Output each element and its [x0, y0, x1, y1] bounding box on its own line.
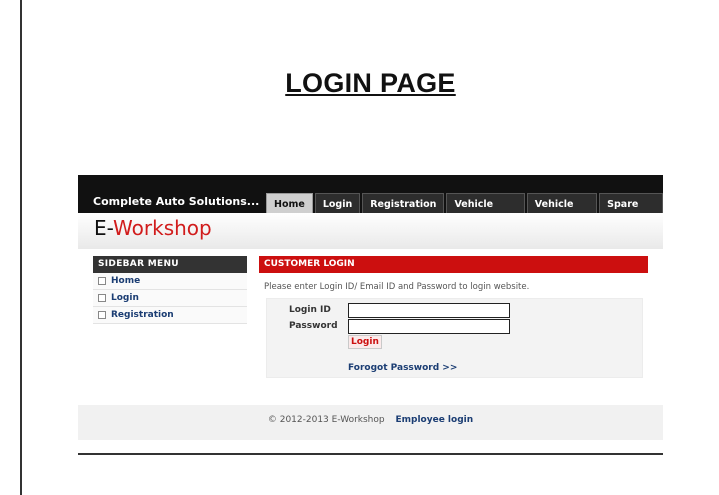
nav-tab-vehicle-service[interactable]: Vehicle Service — [446, 193, 525, 225]
forgot-password-link[interactable]: Forogot Password >> — [348, 363, 457, 373]
password-input[interactable] — [348, 319, 510, 334]
sidebar-item-login[interactable]: Login — [93, 290, 247, 307]
login-button[interactable]: Login — [348, 335, 382, 349]
nav-tab-spare-parts[interactable]: Spare Parts — [599, 193, 664, 225]
sidebar-item-registration[interactable]: Registration — [93, 307, 247, 324]
logo-prefix: E- — [94, 216, 114, 240]
login-form: Login ID Password Login Forogot Password… — [266, 298, 643, 378]
sidebar-heading: SIDEBAR MENU — [93, 256, 247, 273]
copyright-text: © 2012-2013 E-Workshop — [267, 415, 385, 425]
site-footer: © 2012-2013 E-Workshop Employee login — [78, 405, 663, 440]
footer-text: © 2012-2013 E-Workshop Employee login — [78, 405, 663, 425]
nav-tab-registration[interactable]: Registration — [362, 193, 445, 214]
top-bar: Complete Auto Solutions... Home Login Re… — [78, 175, 664, 225]
sidebar-item-label: Login — [111, 293, 139, 303]
logo-name: Workshop — [113, 216, 212, 240]
sidebar: SIDEBAR MENU Home Login Registration — [93, 256, 247, 324]
sidebar-item-home[interactable]: Home — [93, 273, 247, 290]
login-id-label: Login ID — [289, 305, 331, 315]
employee-login-link[interactable]: Employee login — [395, 415, 473, 425]
main-nav: Home Login Registration Vehicle Service … — [266, 193, 664, 225]
site-tagline: Complete Auto Solutions... — [93, 195, 260, 208]
document-title: LOGIN PAGE — [285, 68, 456, 98]
sidebar-item-label: Registration — [111, 310, 174, 320]
bullet-box-icon — [98, 311, 106, 319]
bottom-rule — [78, 453, 663, 455]
sidebar-item-label: Home — [111, 276, 141, 286]
nav-tab-vehicle-store[interactable]: Vehicle Store — [526, 193, 598, 225]
login-id-input[interactable] — [348, 303, 510, 318]
login-panel: CUSTOMER LOGIN Please enter Login ID/ Em… — [259, 256, 648, 378]
bullet-box-icon — [98, 277, 106, 285]
website-screenshot: Complete Auto Solutions... Home Login Re… — [78, 175, 664, 440]
nav-tab-login[interactable]: Login — [314, 193, 361, 214]
login-heading: CUSTOMER LOGIN — [259, 256, 648, 273]
login-instructions: Please enter Login ID/ Email ID and Pass… — [264, 282, 530, 292]
bullet-box-icon — [98, 294, 106, 302]
password-label: Password — [289, 321, 338, 331]
site-logo[interactable]: E-Workshop — [94, 216, 212, 240]
nav-tab-home[interactable]: Home — [266, 193, 313, 214]
site-header: E-Workshop — [78, 213, 663, 249]
